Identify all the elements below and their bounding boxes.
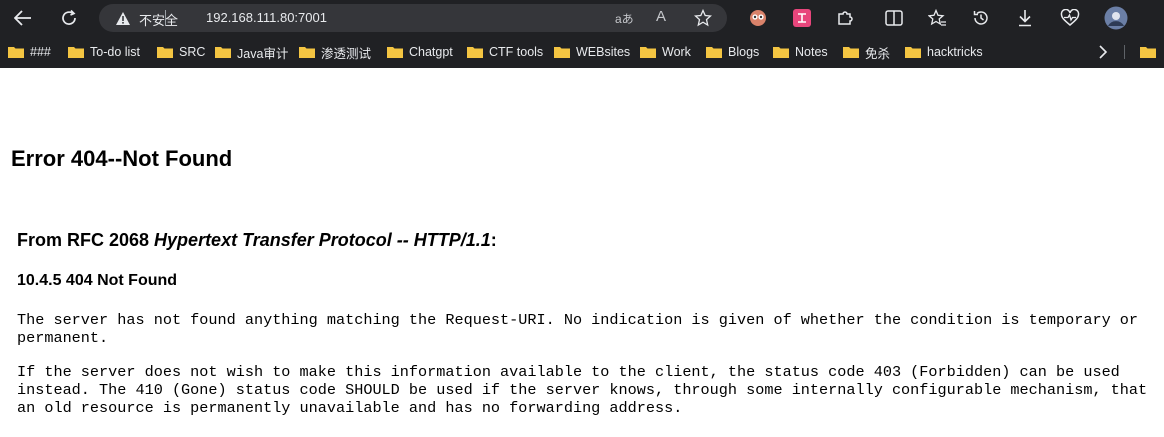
rfc-prefix: From RFC 2068 [17, 230, 155, 250]
bookmark-folder-hash[interactable]: ### [8, 44, 51, 60]
folder-icon [299, 46, 315, 58]
paragraph-line: The server has not found anything matchi… [17, 311, 1139, 329]
folder-icon [157, 46, 173, 58]
star-icon[interactable] [694, 9, 712, 27]
folder-icon [905, 46, 921, 58]
bookmark-folder-notes[interactable]: Notes [773, 44, 828, 60]
paragraph-1: The server has not found anything matchi… [17, 311, 1138, 347]
section-heading: 10.4.5 404 Not Found [17, 272, 178, 289]
puzzle-icon[interactable] [835, 8, 855, 28]
bookmark-folder-chatgpt[interactable]: Chatgpt [387, 44, 453, 60]
folder-icon [773, 46, 789, 58]
browser-toolbar: 不安全 192.168.111.80:7001 aあ A [0, 0, 1164, 36]
profile-avatar-icon[interactable] [1104, 6, 1128, 30]
bookmark-folder-blogs[interactable]: Blogs [706, 44, 759, 60]
bookmark-label: Java审计 [237, 46, 289, 61]
page-title: Error 404--Not Found [11, 146, 233, 171]
rfc-heading: From RFC 2068 Hypertext Transfer Protoco… [17, 230, 497, 251]
translate-icon[interactable]: aあ [615, 10, 634, 27]
bookmark-label: 免杀 [865, 46, 891, 61]
paragraph-2: If the server does not wish to make this… [17, 363, 1147, 417]
heart-pulse-icon[interactable] [1059, 8, 1081, 28]
refresh-icon[interactable] [58, 7, 80, 29]
bookmark-label: hacktricks [927, 45, 983, 59]
bookmarks-bar: ### To-do list SRC Java审计 渗透测试 Chatgpt C… [0, 36, 1164, 68]
paragraph-line: an old resource is permanently unavailab… [17, 399, 683, 417]
bookmark-label: CTF tools [489, 45, 544, 59]
bookmark-label: 渗透测试 [321, 46, 372, 61]
bookmark-folder-pentest[interactable]: 渗透测试 [299, 44, 372, 61]
bookmark-label: Notes [795, 45, 828, 59]
folder-icon [554, 46, 570, 58]
bookmark-divider [1124, 45, 1125, 59]
bookmark-label: Chatgpt [409, 45, 453, 59]
address-divider [165, 10, 166, 26]
bookmark-label: Work [662, 45, 691, 59]
bookmark-label: ### [30, 45, 51, 59]
folder-icon [843, 46, 859, 58]
url-text[interactable]: 192.168.111.80:7001 [206, 10, 327, 25]
other-favorites-folder-icon[interactable] [1140, 46, 1156, 58]
warning-icon[interactable] [115, 10, 131, 26]
paragraph-line: instead. The 410 (Gone) status code SHOU… [17, 381, 1148, 399]
paragraph-line: If the server does not wish to make this… [17, 363, 1120, 381]
rfc-title: Hypertext Transfer Protocol -- HTTP/1.1 [154, 230, 491, 250]
folder-icon [68, 46, 84, 58]
bookmark-folder-todo[interactable]: To-do list [68, 44, 140, 60]
bookmark-label: SRC [179, 45, 206, 59]
folder-icon [706, 46, 722, 58]
download-icon[interactable] [1015, 8, 1035, 28]
page-content: Error 404--Not Found From RFC 2068 Hyper… [0, 68, 1164, 437]
favorites-icon[interactable] [927, 8, 947, 28]
extension-pink-icon[interactable] [792, 8, 812, 28]
bookmark-folder-java-audit[interactable]: Java审计 [215, 44, 289, 61]
bookmark-label: Blogs [728, 45, 760, 59]
rfc-suffix: : [490, 230, 497, 250]
folder-icon [467, 46, 483, 58]
folder-icon [640, 46, 656, 58]
bookmark-label: To-do list [90, 45, 141, 59]
paragraph-line: permanent. [17, 329, 109, 347]
address-bar[interactable]: 不安全 192.168.111.80:7001 aあ A [99, 4, 727, 32]
bookmark-label: WEBsites [576, 45, 631, 59]
folder-icon [215, 46, 231, 58]
bookmark-folder-ctf-tools[interactable]: CTF tools [467, 44, 543, 60]
bookmark-folder-av-evasion[interactable]: 免杀 [843, 44, 891, 61]
security-label[interactable]: 不安全 [139, 10, 178, 29]
bookmark-folder-src[interactable]: SRC [157, 44, 205, 60]
chevron-right-icon[interactable] [1095, 44, 1111, 60]
history-icon[interactable] [971, 8, 991, 28]
back-arrow-icon[interactable] [12, 8, 34, 28]
extension-owl-icon[interactable] [748, 8, 768, 28]
bookmark-folder-hacktricks[interactable]: hacktricks [905, 44, 983, 60]
folder-icon [8, 46, 24, 58]
folder-icon [387, 46, 403, 58]
bookmark-folder-websites[interactable]: WEBsites [554, 44, 630, 60]
bookmark-folder-work[interactable]: Work [640, 44, 691, 60]
read-aloud-icon[interactable]: A [656, 8, 666, 25]
split-screen-icon[interactable] [884, 8, 904, 28]
